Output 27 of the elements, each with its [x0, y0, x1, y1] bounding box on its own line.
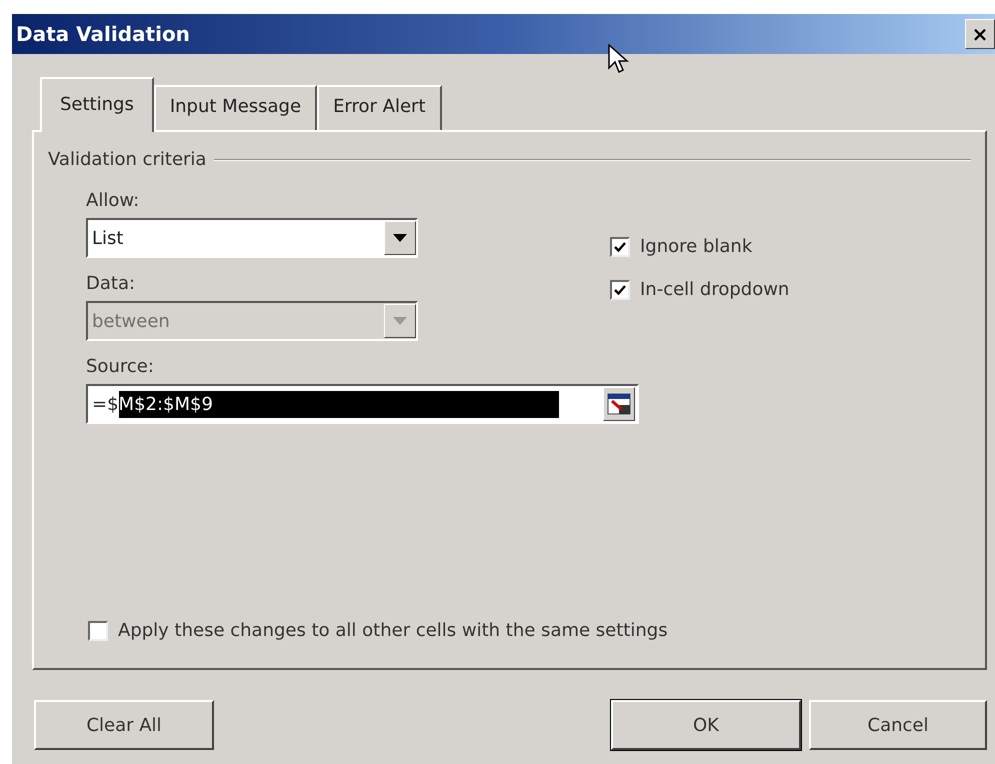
input-field[interactable]: =$M$2:$M$9 — [86, 384, 639, 424]
checkbox-label: In-cell dropdown — [640, 278, 790, 302]
checkbox[interactable] — [610, 280, 630, 300]
window-title: Data Validation — [16, 21, 190, 48]
range-select-icon — [607, 393, 631, 415]
cancel-button[interactable]: Cancel — [809, 700, 987, 750]
collapse-dialog-button[interactable] — [603, 387, 635, 421]
clear-button[interactable]: Clear All — [34, 700, 214, 750]
tab[interactable]: Settings — [40, 77, 154, 132]
dropdown-arrow-icon — [393, 317, 407, 325]
group-title: Validation criteria — [48, 148, 206, 172]
dropdown-arrow-icon — [393, 234, 407, 242]
checkmark-icon — [614, 284, 626, 294]
ok-button[interactable]: OK — [611, 700, 801, 750]
checkbox[interactable] — [610, 236, 630, 256]
close-button[interactable]: × — [965, 19, 995, 49]
dropdown[interactable]: List — [86, 218, 418, 258]
field-label: Allow: — [86, 189, 140, 213]
tab[interactable]: Error Alert — [317, 85, 442, 130]
cursor-icon — [608, 44, 630, 74]
checkmark-icon — [614, 242, 626, 252]
tab[interactable]: Input Message — [154, 85, 318, 130]
checkbox[interactable] — [88, 620, 108, 640]
checkbox-label: Apply these changes to all other cells with the same settings — [118, 619, 668, 643]
field-label: Data: — [86, 272, 136, 296]
field-label: Source: — [86, 355, 155, 379]
checkbox-label: Ignore blank — [640, 235, 752, 259]
